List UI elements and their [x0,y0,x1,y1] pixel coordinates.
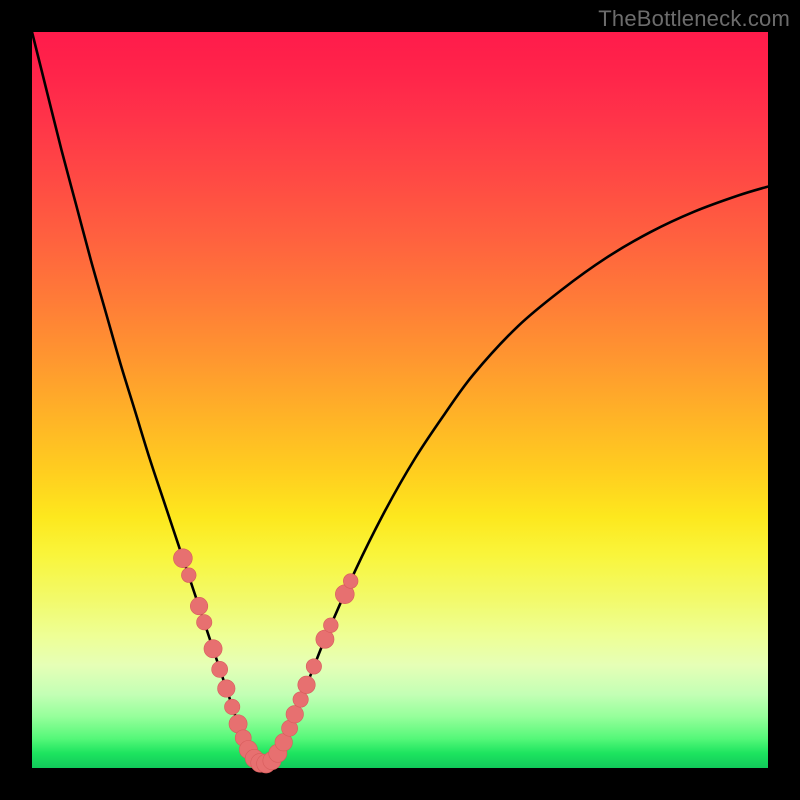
curve-marker [173,549,192,568]
curve-marker [218,680,235,697]
plot-area [32,32,768,768]
watermark-text: TheBottleneck.com [598,6,790,32]
curve-marker [286,706,303,723]
curve-marker [190,597,207,614]
curve-marker [225,699,240,714]
curve-marker [306,659,321,674]
curve-marker [197,615,212,630]
curve-marker [212,661,228,677]
curve-marker [181,568,196,583]
curve-marker [323,618,338,633]
curve-marker [298,676,315,693]
curve-svg [32,32,768,768]
curve-marker [293,692,308,707]
bottleneck-curve [32,32,768,765]
curve-marker [204,640,222,658]
curve-markers [173,549,358,773]
curve-marker [343,574,358,589]
chart-frame: TheBottleneck.com [0,0,800,800]
